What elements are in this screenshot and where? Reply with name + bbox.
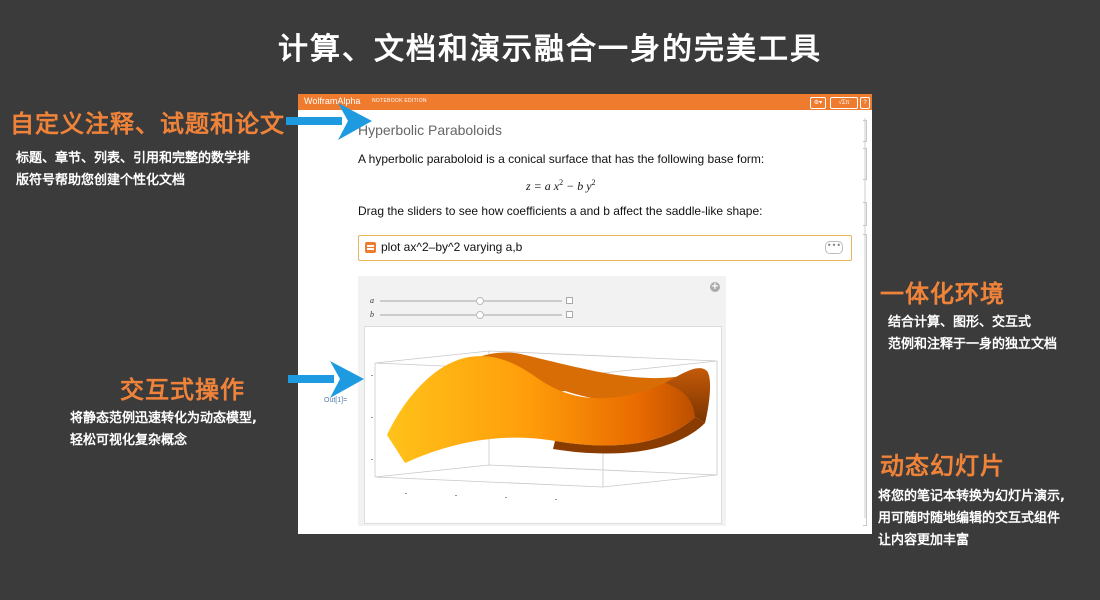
slider-a-expand-icon[interactable]	[566, 297, 573, 304]
slider-b-expand-icon[interactable]	[566, 311, 573, 318]
feature-title-docs: 自定义注释、试题和论文	[10, 110, 285, 138]
slider-b-track[interactable]	[380, 311, 562, 319]
wolfram-input-icon	[365, 242, 376, 253]
gear-menu-button[interactable]: ⚙▾	[810, 97, 826, 109]
feature-title-slides: 动态幻灯片	[880, 452, 1005, 480]
feature-desc-docs: 标题、章节、列表、引用和完整的数学排 版符号帮助您创建个性化文档	[16, 148, 250, 192]
cell-bracket-title[interactable]	[863, 120, 867, 142]
saddle-surface-graphic	[371, 350, 718, 500]
feature-title-env: 一体化环境	[880, 280, 1005, 308]
more-options-button[interactable]: •••	[825, 241, 843, 254]
feature-desc-slides-line1: 将您的笔记本转换为幻灯片演示,	[878, 489, 1065, 504]
feature-desc-interact-line2: 轻松可视化复杂概念	[70, 433, 188, 448]
notebook-window: WolframAlpha NOTEBOOK EDITION ⚙▾ √Σπ ? H…	[298, 94, 872, 534]
feature-desc-env-line1: 结合计算、图形、交互式	[888, 315, 1032, 330]
formula-main: z = a x	[526, 179, 560, 193]
input-query[interactable]: plot ax^2–by^2 varying a,b	[381, 240, 522, 254]
feature-desc-interact-line1: 将静态范例迅速转化为动态模型,	[70, 411, 257, 426]
slider-a-label: a	[370, 296, 374, 305]
headline: 计算、文档和演示融合一身的完美工具	[278, 32, 822, 67]
instruction-text: Drag the sliders to see how coefficients…	[358, 204, 763, 218]
help-button[interactable]: ?	[860, 97, 870, 109]
formula-mid: − b y	[563, 179, 592, 193]
manipulate-output: + a b	[358, 276, 726, 526]
plus-icon[interactable]: +	[710, 282, 720, 292]
notebook-title: Hyperbolic Paraboloids	[358, 122, 502, 138]
feature-desc-slides: 将您的笔记本转换为幻灯片演示, 用可随时随地编辑的交互式组件 让内容更加丰富	[878, 486, 1065, 552]
arrow-right-icon-docs	[286, 103, 372, 140]
slider-b-knob[interactable]	[476, 311, 485, 319]
plot-3d[interactable]	[364, 326, 722, 524]
feature-desc-slides-line2: 用可随时随地编辑的交互式组件	[878, 511, 1061, 526]
feature-desc-docs-line1: 标题、章节、列表、引用和完整的数学排	[16, 151, 251, 166]
feature-desc-interact: 将静态范例迅速转化为动态模型, 轻松可视化复杂概念	[70, 408, 257, 452]
arrow-right-icon-interact	[288, 361, 364, 398]
feature-desc-env-line2: 范例和注释于一身的独立文档	[888, 337, 1058, 352]
formula-exp-2: 2	[591, 178, 596, 187]
brand-edition: NOTEBOOK EDITION	[372, 98, 427, 104]
cell-bracket-io[interactable]	[863, 234, 867, 526]
slider-a-knob[interactable]	[476, 297, 485, 305]
formula: z = a x2 − b y2	[526, 178, 596, 194]
cell-bracket-instruction[interactable]	[863, 202, 867, 226]
input-cell[interactable]: plot ax^2–by^2 varying a,b •••	[358, 235, 852, 261]
notebook-titlebar: WolframAlpha NOTEBOOK EDITION ⚙▾ √Σπ ?	[298, 94, 872, 110]
slider-a-track[interactable]	[380, 297, 562, 305]
feature-desc-slides-line3: 让内容更加丰富	[878, 533, 970, 548]
feature-title-interact: 交互式操作	[120, 376, 245, 404]
feature-desc-env: 结合计算、图形、交互式 范例和注释于一身的独立文档	[888, 312, 1057, 356]
cell-bracket-intro[interactable]	[863, 148, 867, 180]
math-input-button[interactable]: √Σπ	[830, 97, 858, 109]
intro-text: A hyperbolic paraboloid is a conical sur…	[358, 152, 765, 166]
feature-desc-docs-line2: 版符号帮助您创建个性化文档	[16, 173, 186, 188]
slider-b-label: b	[370, 310, 374, 319]
